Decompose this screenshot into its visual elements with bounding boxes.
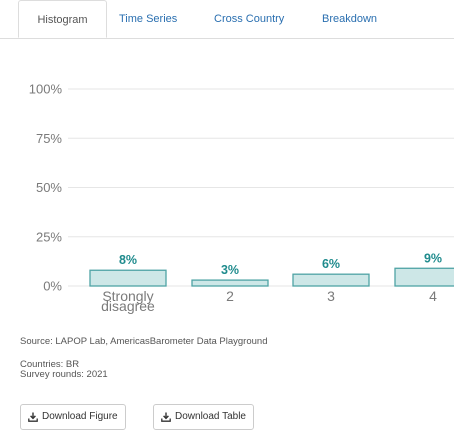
bar (292, 273, 370, 287)
tab-cross-country[interactable]: Cross Country (214, 0, 284, 38)
download-table-button[interactable]: Download Table (153, 404, 254, 430)
bars (89, 267, 454, 287)
data-label: 8% (119, 253, 137, 267)
tab-histogram[interactable]: Histogram (18, 0, 107, 38)
download-table-label: Download Table (175, 411, 246, 422)
data-labels: 8% 3% 6% 9% (119, 251, 442, 277)
bar (89, 269, 167, 287)
y-tick-label: 25% (36, 229, 62, 244)
tab-breakdown[interactable]: Breakdown (322, 0, 377, 38)
y-axis-ticks: 0% 25% 50% 75% 100% (29, 82, 63, 294)
category-labels: Strongly disagree 2 3 4 (101, 288, 437, 314)
y-tick-label: 75% (36, 131, 62, 146)
download-icon (161, 412, 171, 422)
rounds-caption: Survey rounds: 2021 (20, 369, 108, 380)
bar (191, 279, 269, 287)
tab-bar: Histogram Time Series Cross Country Brea… (0, 0, 454, 39)
y-tick-label: 0% (43, 279, 62, 294)
category-label: 4 (429, 288, 437, 304)
tab-time-series[interactable]: Time Series (119, 0, 177, 38)
data-label: 9% (424, 251, 442, 265)
source-caption: Source: LAPOP Lab, AmericasBarometer Dat… (20, 336, 268, 347)
data-label: 3% (221, 263, 239, 277)
histogram-chart: 0% 25% 50% 75% 100% 8% 3% 6% 9% Strongly disagre… (29, 82, 454, 314)
download-figure-button[interactable]: Download Figure (20, 404, 126, 430)
category-label: 2 (226, 288, 234, 304)
download-figure-label: Download Figure (42, 411, 118, 422)
y-tick-label: 100% (29, 82, 63, 97)
data-label: 6% (322, 257, 340, 271)
download-icon (28, 412, 38, 422)
bar (394, 267, 454, 287)
category-label: 3 (327, 288, 335, 304)
category-label: Strongly disagree (101, 288, 155, 314)
y-tick-label: 50% (36, 180, 62, 195)
